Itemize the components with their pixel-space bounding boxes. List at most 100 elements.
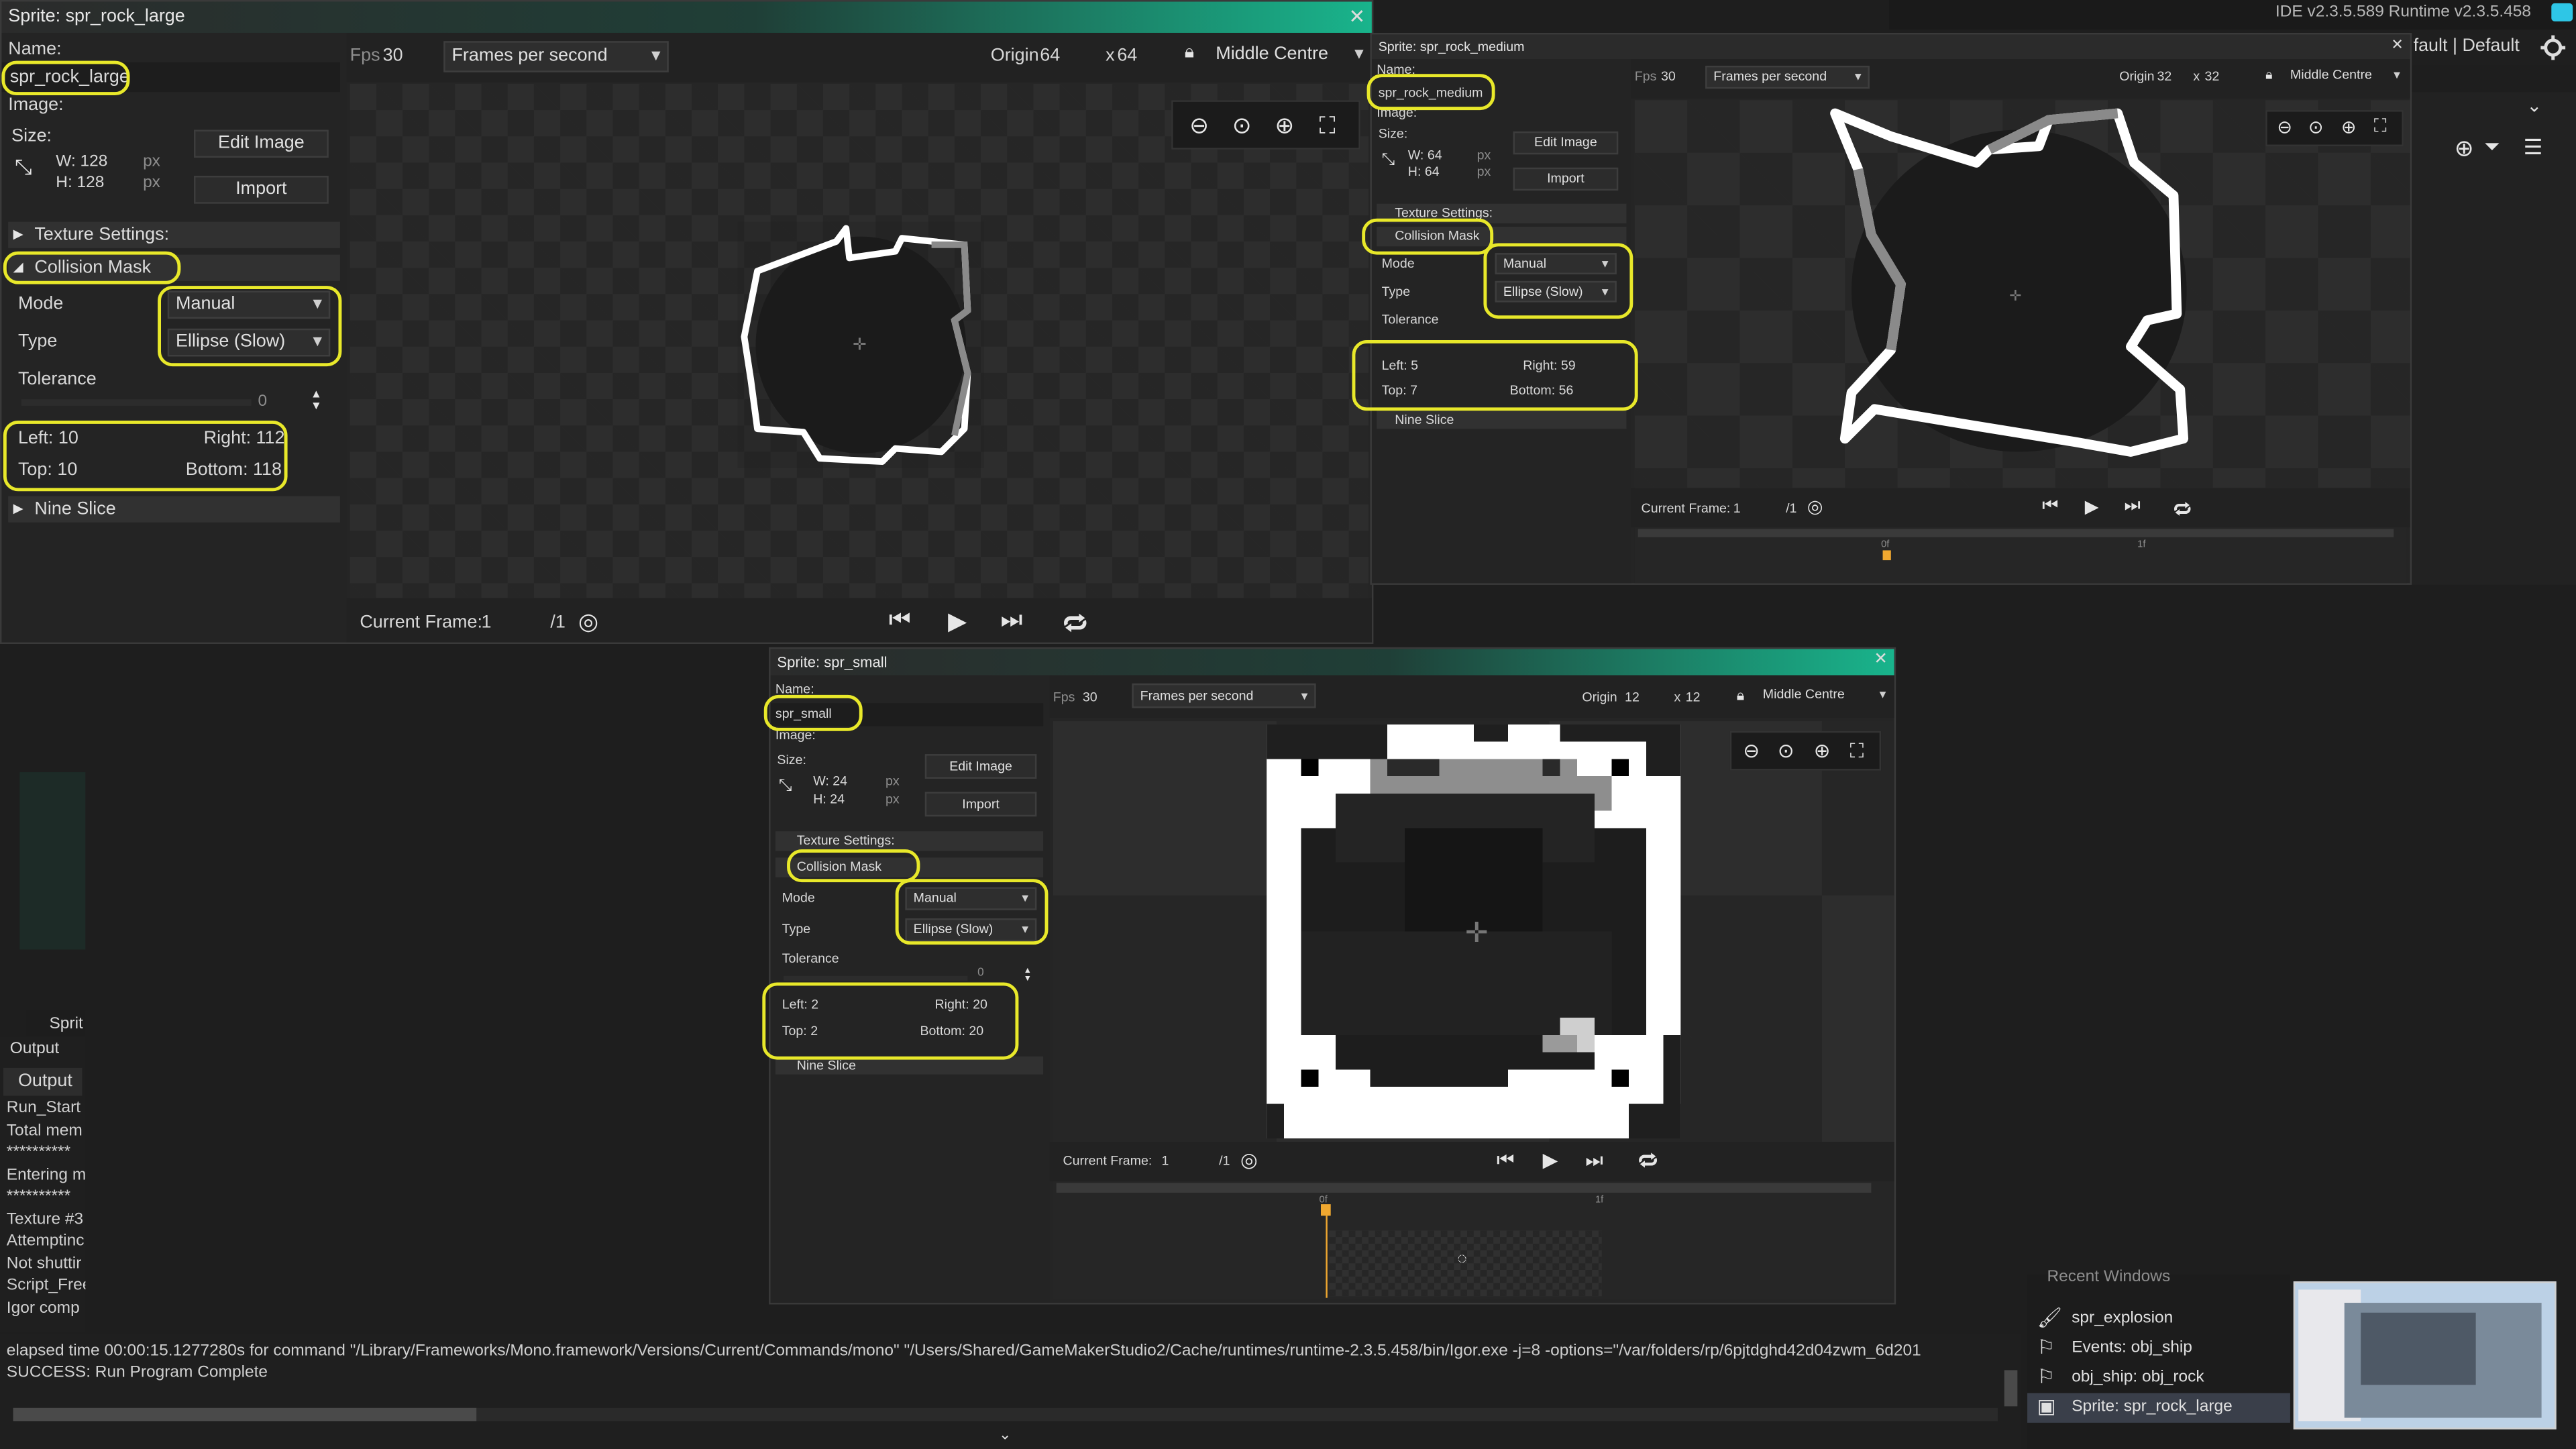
- edit-image-button[interactable]: Edit Image: [924, 754, 1037, 779]
- vertical-scrollbar[interactable]: [2004, 1370, 2018, 1407]
- skip-end-icon[interactable]: ⏭: [1000, 606, 1022, 635]
- lock-icon[interactable]: 🔒︎: [2265, 67, 2272, 83]
- layout-label[interactable]: fault | Default: [2414, 36, 2520, 56]
- close-icon[interactable]: ✕: [2391, 36, 2403, 54]
- zoom-in-icon[interactable]: ⊕: [1814, 739, 1831, 762]
- zoom-out-icon[interactable]: ⊖: [1189, 112, 1209, 140]
- nine-slice-header[interactable]: Nine Slice: [1377, 411, 1627, 429]
- timeline[interactable]: 0f 1f: [1634, 527, 2407, 584]
- playhead[interactable]: [1320, 1204, 1331, 1216]
- origin-x[interactable]: 64: [1040, 46, 1060, 66]
- horizontal-scrollbar[interactable]: [13, 1407, 1998, 1421]
- origin-y[interactable]: 32: [2205, 69, 2220, 84]
- origin-preset-dropdown[interactable]: Middle Centre ▾: [2284, 66, 2407, 89]
- onion-skin-icon[interactable]: ◎: [1240, 1148, 1258, 1171]
- loop-icon[interactable]: 🔁︎: [1063, 606, 1088, 643]
- add-icon[interactable]: ⊕: [2455, 135, 2474, 163]
- fps-unit-dropdown[interactable]: Frames per second ▾: [1705, 65, 1870, 89]
- tolerance-slider[interactable]: [21, 399, 252, 406]
- fps-value[interactable]: 30: [383, 46, 403, 66]
- fps-unit-dropdown[interactable]: Frames per second ▾: [443, 41, 669, 72]
- fit-screen-icon[interactable]: ⛶: [2374, 117, 2387, 138]
- recent-window-item[interactable]: ⚐ obj_ship: obj_rock: [2027, 1364, 2290, 1393]
- output-tab[interactable]: Output: [3, 1067, 83, 1096]
- close-icon[interactable]: ✕: [1348, 5, 1365, 28]
- resize-icon[interactable]: ⤡: [1382, 151, 1395, 169]
- play-icon[interactable]: ▶: [1543, 1148, 1558, 1171]
- spinner-icon[interactable]: ▲ ▼: [1024, 967, 1032, 983]
- import-button[interactable]: Import: [924, 792, 1037, 817]
- loop-icon[interactable]: 🔁︎: [1638, 1148, 1658, 1177]
- nine-slice-header[interactable]: Nine Slice: [8, 496, 340, 523]
- onion-skin-icon[interactable]: ◎: [578, 608, 598, 636]
- spinner-icon[interactable]: ▲ ▼: [311, 389, 322, 412]
- recent-window-item[interactable]: 🖌︎ spr_explosion: [2027, 1305, 2290, 1334]
- zoom-in-icon[interactable]: ⊕: [2341, 117, 2357, 138]
- skip-end-icon[interactable]: ⏭: [2125, 496, 2141, 518]
- chevron-down-icon[interactable]: ⌄: [2527, 95, 2542, 116]
- onion-skin-icon[interactable]: ◎: [1807, 496, 1823, 517]
- highlight-mode-type: [895, 879, 1049, 945]
- skip-start-icon[interactable]: ⏮: [1497, 1148, 1514, 1173]
- title-bar[interactable]: Sprite: spr_rock_medium ✕: [1371, 34, 2410, 60]
- origin-y[interactable]: 64: [1117, 46, 1137, 66]
- current-frame-value[interactable]: 1: [1161, 1153, 1169, 1168]
- origin-y[interactable]: 12: [1686, 690, 1701, 705]
- timeline-scrollbar[interactable]: [1638, 529, 2394, 537]
- skip-start-icon[interactable]: ⏮: [889, 606, 911, 635]
- timeline-scrollbar[interactable]: [1056, 1183, 1872, 1193]
- timeline[interactable]: 0f 1f ◌: [1053, 1181, 1894, 1300]
- recent-window-item[interactable]: ⚐ Events: obj_ship: [2027, 1334, 2290, 1364]
- zoom-reset-icon[interactable]: ⊙: [1232, 112, 1252, 140]
- close-icon[interactable]: ✕: [1874, 651, 1888, 669]
- fps-value[interactable]: 30: [1661, 69, 1676, 84]
- texture-settings-header[interactable]: Texture Settings:: [775, 831, 1044, 851]
- current-frame-value[interactable]: 1: [1733, 501, 1741, 516]
- zoom-out-icon[interactable]: ⊖: [2277, 117, 2292, 138]
- zoom-in-icon[interactable]: ⊕: [1275, 112, 1294, 140]
- filter-icon[interactable]: ⏷: [2484, 135, 2500, 160]
- title-bar[interactable]: Sprite: spr_small ✕: [770, 649, 1894, 676]
- zoom-reset-icon[interactable]: ⊙: [2308, 117, 2324, 138]
- lock-icon[interactable]: 🔒︎: [1185, 43, 1194, 64]
- window-thumbnail[interactable]: [2293, 1281, 2557, 1430]
- menu-icon[interactable]: ☰: [2524, 135, 2543, 161]
- recent-window-item[interactable]: ▣ Sprite: spr_rock_large: [2027, 1393, 2290, 1423]
- loop-icon[interactable]: 🔁︎: [2174, 496, 2192, 523]
- import-button[interactable]: Import: [193, 176, 329, 204]
- resize-icon[interactable]: ⤡: [779, 777, 792, 795]
- lock-icon[interactable]: 🔒︎: [1737, 687, 1745, 705]
- sprite-tab[interactable]: Sprit: [26, 1010, 86, 1037]
- chevron-down-icon[interactable]: ⌄: [999, 1426, 1011, 1444]
- zoom-out-icon[interactable]: ⊖: [1743, 739, 1760, 762]
- sprite-canvas[interactable]: ⊖ ⊙ ⊕ ⛶ ✛: [1053, 721, 1894, 1142]
- skip-start-icon[interactable]: ⏮: [2042, 496, 2058, 518]
- frame-cell[interactable]: ◌: [1329, 1230, 1602, 1297]
- origin-preset-dropdown[interactable]: Middle Centre ▾: [1756, 684, 1892, 708]
- texture-settings-header[interactable]: Texture Settings:: [8, 221, 340, 248]
- zoom-reset-icon[interactable]: ⊙: [1778, 739, 1794, 762]
- fit-screen-icon[interactable]: ⛶: [1850, 739, 1864, 764]
- sprite-canvas[interactable]: ⊖ ⊙ ⊕ ⛶ ✛: [1634, 100, 2410, 488]
- origin-x[interactable]: 32: [2157, 69, 2172, 84]
- edit-image-button[interactable]: Edit Image: [1513, 131, 1619, 155]
- current-frame-value[interactable]: 1: [482, 612, 492, 632]
- title-bar[interactable]: Sprite: spr_rock_large ✕: [1, 1, 1372, 33]
- sprite-canvas[interactable]: ⊖ ⊙ ⊕ ⛶ ✛: [350, 83, 1369, 598]
- settings-gear-icon[interactable]: [2540, 34, 2566, 60]
- origin-x[interactable]: 12: [1625, 690, 1640, 705]
- fps-unit-dropdown[interactable]: Frames per second ▾: [1132, 683, 1316, 708]
- fit-screen-icon[interactable]: ⛶: [1320, 112, 1336, 140]
- origin-preset-dropdown[interactable]: Middle Centre ▾: [1209, 41, 1370, 72]
- scrollbar-thumb[interactable]: [13, 1407, 477, 1421]
- import-button[interactable]: Import: [1513, 167, 1619, 191]
- resize-icon[interactable]: ⤡: [15, 154, 32, 180]
- playhead[interactable]: [1882, 550, 1891, 561]
- tolerance-slider[interactable]: [784, 975, 968, 981]
- edit-image-button[interactable]: Edit Image: [193, 129, 329, 158]
- play-icon[interactable]: ▶: [948, 606, 967, 636]
- chat-icon[interactable]: [2551, 3, 2573, 21]
- fps-value[interactable]: 30: [1083, 690, 1097, 705]
- skip-end-icon[interactable]: ⏭: [1585, 1148, 1603, 1173]
- play-icon[interactable]: ▶: [2085, 496, 2099, 517]
